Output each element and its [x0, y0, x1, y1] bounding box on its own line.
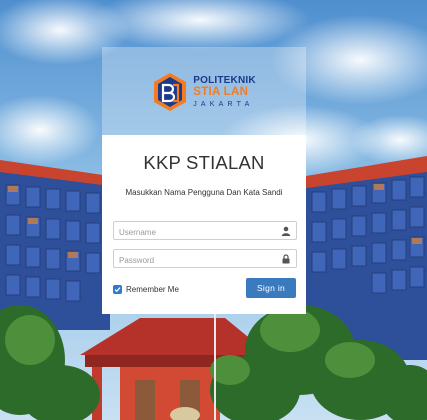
- login-title: KKP STIALAN: [143, 152, 265, 173]
- username-field[interactable]: [113, 221, 297, 241]
- password-field[interactable]: [113, 249, 297, 269]
- logo-panel: POLITEKNIK STIA LAN JAKARTA: [102, 47, 306, 135]
- logo-line-jakarta: JAKARTA: [193, 100, 254, 108]
- checkmark-icon: [114, 287, 121, 293]
- institution-logo: POLITEKNIK STIA LAN JAKARTA: [152, 72, 256, 112]
- logo-line-stia-lan: STIA LAN: [193, 86, 249, 99]
- username-input[interactable]: [114, 224, 264, 241]
- remember-me-checkbox[interactable]: [113, 285, 122, 294]
- user-icon: [281, 226, 291, 236]
- password-input[interactable]: [114, 252, 264, 269]
- sign-in-button[interactable]: Sign in: [246, 278, 296, 298]
- logo-hexagon-icon: [154, 73, 187, 111]
- lock-icon: [282, 254, 290, 264]
- logo-line-politeknik: POLITEKNIK: [193, 75, 256, 87]
- remember-me[interactable]: Remember Me: [113, 285, 179, 294]
- login-subtitle: Masukkan Nama Pengguna Dan Kata Sandi: [125, 188, 283, 197]
- remember-me-label: Remember Me: [126, 285, 179, 294]
- login-card: KKP STIALAN Masukkan Nama Pengguna Dan K…: [102, 135, 306, 314]
